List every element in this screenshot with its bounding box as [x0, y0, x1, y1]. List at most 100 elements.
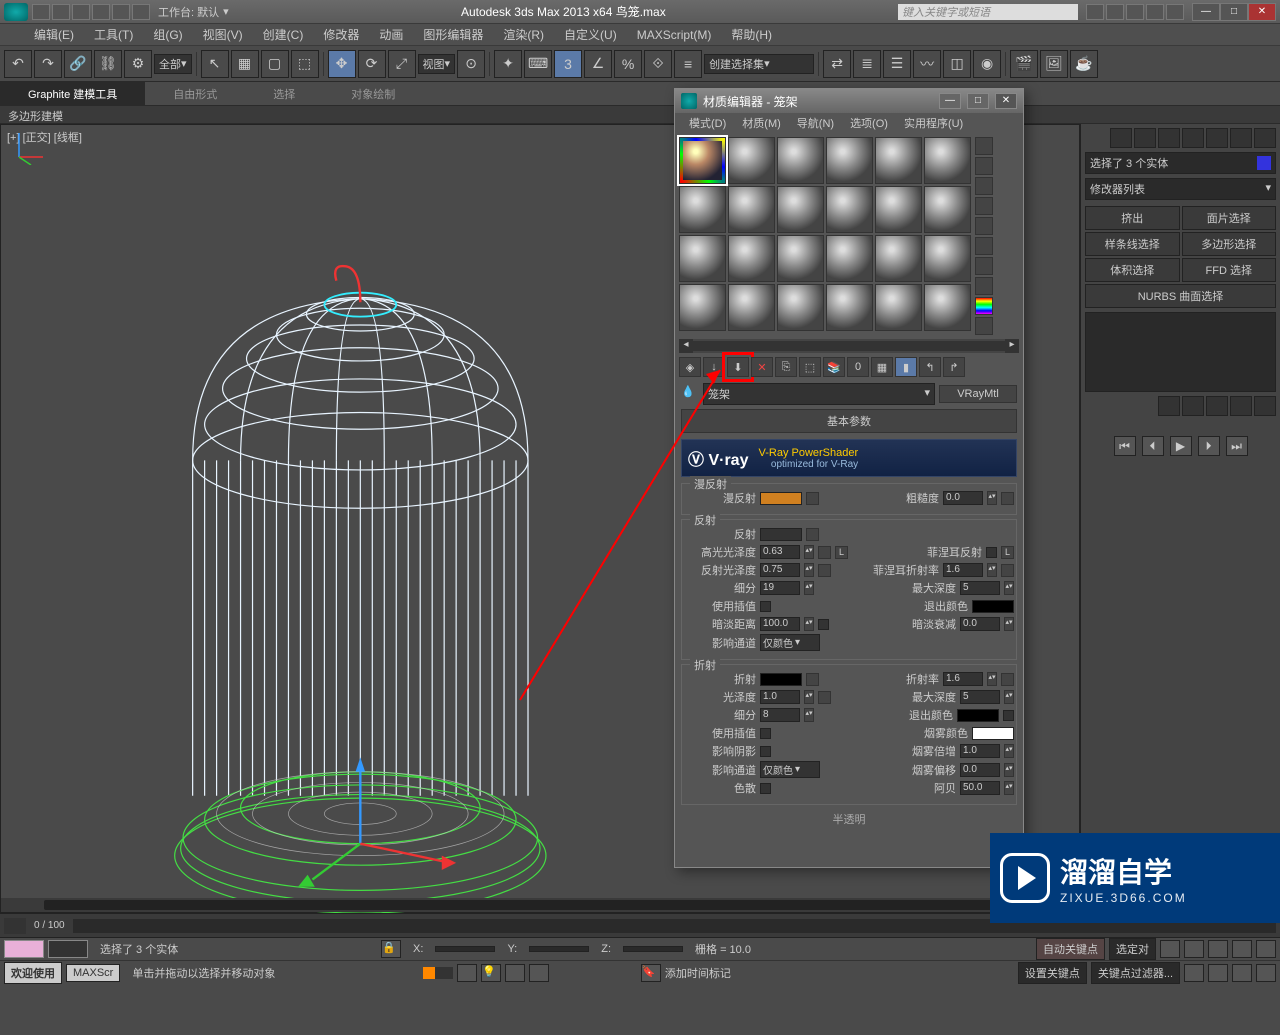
- rollout-basic-params[interactable]: 基本参数: [681, 409, 1017, 433]
- abbe-input[interactable]: 50.0: [960, 781, 1000, 795]
- ior-map-button[interactable]: [1001, 673, 1014, 686]
- maxdepth-input[interactable]: 5: [960, 581, 1000, 595]
- disp-checkbox[interactable]: [760, 783, 771, 794]
- get-material-icon[interactable]: ◈: [679, 357, 701, 377]
- goto-end-icon[interactable]: ⏭: [1226, 436, 1248, 456]
- fresnelior-input[interactable]: 1.6: [943, 563, 983, 577]
- select-window-icon[interactable]: ⬚: [291, 50, 319, 78]
- key-mode-icon[interactable]: [1160, 940, 1180, 958]
- scroll-left-icon[interactable]: ◂: [679, 339, 693, 353]
- qat-link-icon[interactable]: [132, 4, 150, 20]
- sample-slot[interactable]: [826, 186, 873, 233]
- fogbias-input[interactable]: 0.0: [960, 763, 1000, 777]
- sample-slot[interactable]: [679, 186, 726, 233]
- nav-zoom-icon[interactable]: [1232, 964, 1252, 982]
- material-editor-icon[interactable]: ◉: [973, 50, 1001, 78]
- sample-type-icon[interactable]: [975, 137, 993, 155]
- selset-dropdown[interactable]: 选定对: [1109, 938, 1156, 960]
- sample-slot[interactable]: [826, 284, 873, 331]
- spinner-icon[interactable]: ▴▾: [987, 491, 997, 505]
- sample-slot[interactable]: [777, 284, 824, 331]
- lock-icon[interactable]: 🔒: [381, 940, 401, 958]
- color-swatch-icon[interactable]: [975, 297, 993, 315]
- setkey-button[interactable]: 设置关键点: [1018, 962, 1087, 984]
- sample-slot[interactable]: [777, 137, 824, 184]
- dialog-maximize-button[interactable]: □: [967, 93, 989, 109]
- material-type-button[interactable]: VRayMtl: [939, 385, 1017, 403]
- object-color-swatch[interactable]: [1257, 156, 1271, 170]
- tag-icon[interactable]: 🔖: [641, 964, 661, 982]
- display-tab-icon[interactable]: [1206, 128, 1228, 148]
- dmenu-options[interactable]: 选项(O): [842, 113, 896, 133]
- comm-icon[interactable]: [529, 964, 549, 982]
- tab-freeform[interactable]: 自由形式: [145, 82, 245, 105]
- tab-paint[interactable]: 对象绘制: [323, 82, 423, 105]
- sample-slot[interactable]: [728, 137, 775, 184]
- menu-grapheditors[interactable]: 图形编辑器: [413, 24, 493, 45]
- refract-color-swatch[interactable]: [760, 673, 802, 686]
- create-tab-icon[interactable]: [1110, 128, 1132, 148]
- angle-snap-icon[interactable]: ∠: [584, 50, 612, 78]
- render-icon[interactable]: ☕: [1070, 50, 1098, 78]
- bind-icon[interactable]: ⚙: [124, 50, 152, 78]
- pivot-icon[interactable]: ⊙: [457, 50, 485, 78]
- mod-patchsel-button[interactable]: 面片选择: [1182, 206, 1277, 230]
- spinner-icon[interactable]: ▴▾: [804, 563, 814, 577]
- diffuse-map-button[interactable]: [806, 492, 819, 505]
- favorite-icon[interactable]: [1146, 4, 1164, 20]
- keyfilter-button[interactable]: 关键点过滤器...: [1091, 962, 1180, 984]
- hammer-icon[interactable]: [1254, 128, 1276, 148]
- dmenu-util[interactable]: 实用程序(U): [896, 113, 971, 133]
- trackbar-swatch[interactable]: [4, 940, 44, 958]
- go-parent-icon[interactable]: ↰: [919, 357, 941, 377]
- menu-tools[interactable]: 工具(T): [84, 24, 143, 45]
- spinner-icon[interactable]: ▴▾: [1004, 744, 1014, 758]
- nav-icon[interactable]: [1256, 940, 1276, 958]
- minimize-button[interactable]: —: [1192, 3, 1220, 21]
- dmenu-nav[interactable]: 导航(N): [789, 113, 842, 133]
- percent-snap-icon[interactable]: %: [614, 50, 642, 78]
- copy-icon[interactable]: ⎘: [775, 357, 797, 377]
- unlink-icon[interactable]: ⛓: [94, 50, 122, 78]
- menu-view[interactable]: 视图(V): [193, 24, 253, 45]
- select-rect-icon[interactable]: ▢: [261, 50, 289, 78]
- sample-slot-selected[interactable]: [679, 137, 726, 184]
- undo-icon[interactable]: ↶: [4, 50, 32, 78]
- render-setup-icon[interactable]: 🎬: [1010, 50, 1038, 78]
- move-icon[interactable]: ✥: [328, 50, 356, 78]
- assign-to-selection-icon[interactable]: ⬇: [727, 357, 749, 377]
- curve-editor-icon[interactable]: 〰: [913, 50, 941, 78]
- sample-slot[interactable]: [875, 186, 922, 233]
- qat-redo-icon[interactable]: [112, 4, 130, 20]
- spinner-icon[interactable]: ▴▾: [804, 708, 814, 722]
- utilities-tab-icon[interactable]: [1230, 128, 1252, 148]
- sample-slot[interactable]: [679, 284, 726, 331]
- menu-help[interactable]: 帮助(H): [721, 24, 782, 45]
- rexit-checkbox[interactable]: [1003, 710, 1014, 721]
- fogmult-input[interactable]: 1.0: [960, 744, 1000, 758]
- workspace-selector[interactable]: 工作台: 默认 ▾: [158, 4, 229, 20]
- spinner-icon[interactable]: ▴▾: [804, 581, 814, 595]
- spinner-icon[interactable]: ▴▾: [1004, 781, 1014, 795]
- matmap-nav-icon[interactable]: [975, 317, 993, 335]
- spinner-snap-icon[interactable]: ⟐: [644, 50, 672, 78]
- nav-icon[interactable]: [1184, 940, 1204, 958]
- preview-icon[interactable]: [975, 237, 993, 255]
- tab-selection[interactable]: 选择: [245, 82, 323, 105]
- signin-icon[interactable]: [1106, 4, 1124, 20]
- prev-frame-icon[interactable]: ⏴: [1142, 436, 1164, 456]
- dmenu-mode[interactable]: 模式(D): [681, 113, 734, 133]
- fresnelior-map-button[interactable]: [1001, 564, 1014, 577]
- make-unique-icon[interactable]: ⬚: [799, 357, 821, 377]
- spinner-icon[interactable]: ▴▾: [1004, 763, 1014, 777]
- sample-slot[interactable]: [679, 235, 726, 282]
- fresnel-lock-button[interactable]: L: [1001, 546, 1014, 559]
- autokey-button[interactable]: 自动关键点: [1036, 938, 1105, 960]
- exchange-icon[interactable]: [1126, 4, 1144, 20]
- menu-animation[interactable]: 动画: [369, 24, 413, 45]
- link-icon[interactable]: 🔗: [64, 50, 92, 78]
- rotate-icon[interactable]: ⟳: [358, 50, 386, 78]
- material-id-icon[interactable]: 0: [847, 357, 869, 377]
- mod-volsel-button[interactable]: 体积选择: [1085, 258, 1180, 282]
- put-library-icon[interactable]: 📚: [823, 357, 845, 377]
